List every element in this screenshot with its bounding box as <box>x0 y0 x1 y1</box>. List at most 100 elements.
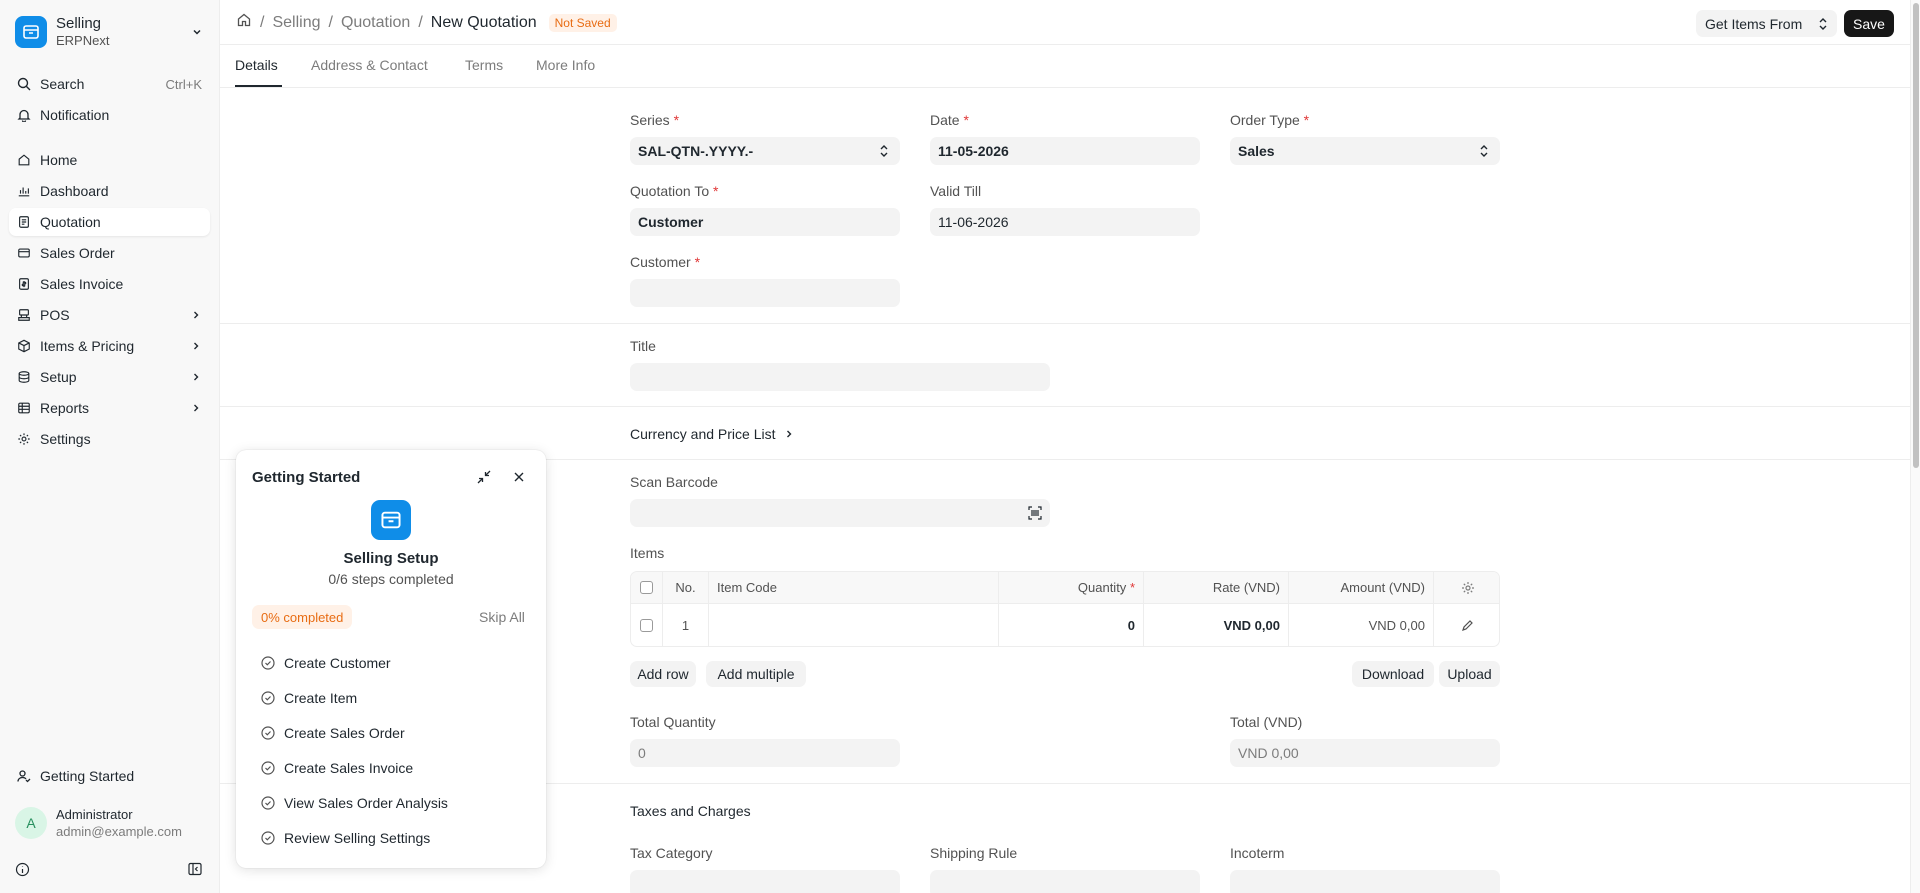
collapse-sidebar-icon[interactable] <box>187 861 203 880</box>
barcode-scan-icon[interactable] <box>1028 506 1042 520</box>
row-item-code[interactable] <box>709 604 999 646</box>
home-icon[interactable] <box>236 12 252 33</box>
tab-details[interactable]: Details <box>235 57 278 73</box>
select-all-checkbox[interactable] <box>640 581 653 594</box>
selling-app-icon <box>371 500 411 540</box>
gear-icon[interactable] <box>1461 581 1475 595</box>
getting-started-button[interactable]: Getting Started <box>9 762 210 790</box>
sidebar-item-setup[interactable]: Setup <box>9 363 210 391</box>
check-circle-icon <box>260 761 275 776</box>
notification-button[interactable]: Notification <box>9 101 210 129</box>
sidebar-item-home[interactable]: Home <box>9 146 210 174</box>
check-circle-icon <box>260 796 275 811</box>
sidebar-item-sales-invoice[interactable]: Sales Invoice <box>9 270 210 298</box>
sidebar-item-label: Quotation <box>40 214 101 230</box>
user-menu[interactable]: A Administrator admin@example.com <box>15 806 182 840</box>
app-switcher[interactable]: Selling ERPNext <box>15 15 205 49</box>
tab-terms[interactable]: Terms <box>465 57 503 73</box>
search-button[interactable]: Search Ctrl+K <box>9 70 210 98</box>
chevron-right-icon <box>188 400 204 416</box>
section-divider <box>220 406 1910 407</box>
breadcrumb: / Selling / Quotation / New Quotation No… <box>236 12 617 33</box>
app-subtitle: ERPNext <box>56 33 110 48</box>
check-circle-icon <box>260 831 275 846</box>
chevron-down-icon <box>189 24 205 40</box>
row-rate[interactable]: VND 0,00 <box>1144 604 1289 646</box>
valid-till-field[interactable]: 11-06-2026 <box>930 208 1200 236</box>
pos-icon <box>16 307 32 323</box>
get-items-from-dropdown[interactable]: Get Items From <box>1696 10 1837 37</box>
chevron-right-icon <box>188 369 204 385</box>
shipping-rule-field[interactable] <box>930 870 1200 893</box>
table-icon <box>16 400 32 416</box>
page-scrollbar[interactable] <box>1910 0 1920 893</box>
steps-progress-text: 0/6 steps completed <box>328 571 454 587</box>
sidebar-item-label: Items & Pricing <box>40 338 135 354</box>
search-label: Search <box>40 76 85 92</box>
sidebar-item-label: Reports <box>40 400 90 416</box>
upload-button[interactable]: Upload <box>1439 661 1500 687</box>
sidebar-item-dashboard[interactable]: Dashboard <box>9 177 210 205</box>
step-item[interactable]: Create Sales Order <box>260 725 405 741</box>
row-quantity[interactable]: 0 <box>999 604 1144 646</box>
sidebar-item-label: Setup <box>40 369 77 385</box>
sidebar-item-quotation[interactable]: Quotation <box>9 208 210 236</box>
date-label: Date * <box>930 112 969 128</box>
title-field[interactable] <box>630 363 1050 391</box>
series-value: SAL-QTN-.YYYY.- <box>638 143 754 159</box>
incoterm-field[interactable] <box>1230 870 1500 893</box>
scan-barcode-field[interactable] <box>630 499 1050 527</box>
step-item[interactable]: Create Item <box>260 690 357 706</box>
add-row-button[interactable]: Add row <box>630 661 696 687</box>
pencil-icon[interactable] <box>1461 619 1474 632</box>
tax-category-label: Tax Category <box>630 845 713 861</box>
sidebar-item-reports[interactable]: Reports <box>9 394 210 422</box>
items-label: Items <box>630 545 665 561</box>
row-amount: VND 0,00 <box>1289 604 1434 646</box>
add-multiple-button[interactable]: Add multiple <box>706 661 806 687</box>
quotation-to-field[interactable]: Customer <box>630 208 900 236</box>
row-checkbox[interactable] <box>640 619 653 632</box>
step-item[interactable]: Create Sales Invoice <box>260 760 413 776</box>
order-type-select[interactable]: Sales <box>1230 137 1500 165</box>
row-edit-cell <box>1434 604 1499 646</box>
info-icon[interactable] <box>15 862 30 880</box>
scrollbar-thumb[interactable] <box>1913 3 1919 468</box>
step-item[interactable]: Review Selling Settings <box>260 830 430 846</box>
tab-more-info[interactable]: More Info <box>536 57 595 73</box>
sidebar-item-sales-order[interactable]: Sales Order <box>9 239 210 267</box>
save-button[interactable]: Save <box>1844 10 1894 37</box>
select-arrows-icon <box>1819 18 1827 30</box>
download-button[interactable]: Download <box>1352 661 1434 687</box>
skip-all-button[interactable]: Skip All <box>479 609 525 625</box>
select-arrows-icon <box>1480 145 1488 157</box>
customer-field[interactable] <box>630 279 900 307</box>
sidebar-item-items-pricing[interactable]: Items & Pricing <box>9 332 210 360</box>
table-row[interactable]: 1 0 VND 0,00 VND 0,00 <box>631 604 1499 646</box>
breadcrumb-selling[interactable]: Selling <box>272 14 320 32</box>
check-circle-icon <box>260 656 275 671</box>
panel-title: Getting Started <box>252 469 361 486</box>
step-item[interactable]: Create Customer <box>260 655 391 671</box>
bell-icon <box>16 107 32 123</box>
close-icon[interactable] <box>511 469 527 488</box>
breadcrumb-quotation[interactable]: Quotation <box>341 14 410 32</box>
valid-till-label: Valid Till <box>930 183 982 199</box>
check-circle-icon <box>260 691 275 706</box>
breadcrumb-separator: / <box>328 13 333 31</box>
sidebar-item-pos[interactable]: POS <box>9 301 210 329</box>
user-email: admin@example.com <box>56 824 182 839</box>
series-select[interactable]: SAL-QTN-.YYYY.- <box>630 137 900 165</box>
step-label: View Sales Order Analysis <box>284 795 448 811</box>
date-value: 11-05-2026 <box>938 143 1009 159</box>
minimize-icon[interactable] <box>476 469 492 488</box>
date-field[interactable]: 11-05-2026 <box>930 137 1200 165</box>
tab-address-contact[interactable]: Address & Contact <box>311 57 428 73</box>
order-type-label: Order Type * <box>1230 112 1310 128</box>
currency-price-list-section[interactable]: Currency and Price List <box>630 426 794 442</box>
col-amount: Amount (VND) <box>1289 572 1434 603</box>
total-label: Total (VND) <box>1230 714 1303 730</box>
sidebar-item-settings[interactable]: Settings <box>9 425 210 453</box>
step-item[interactable]: View Sales Order Analysis <box>260 795 448 811</box>
tax-category-field[interactable] <box>630 870 900 893</box>
